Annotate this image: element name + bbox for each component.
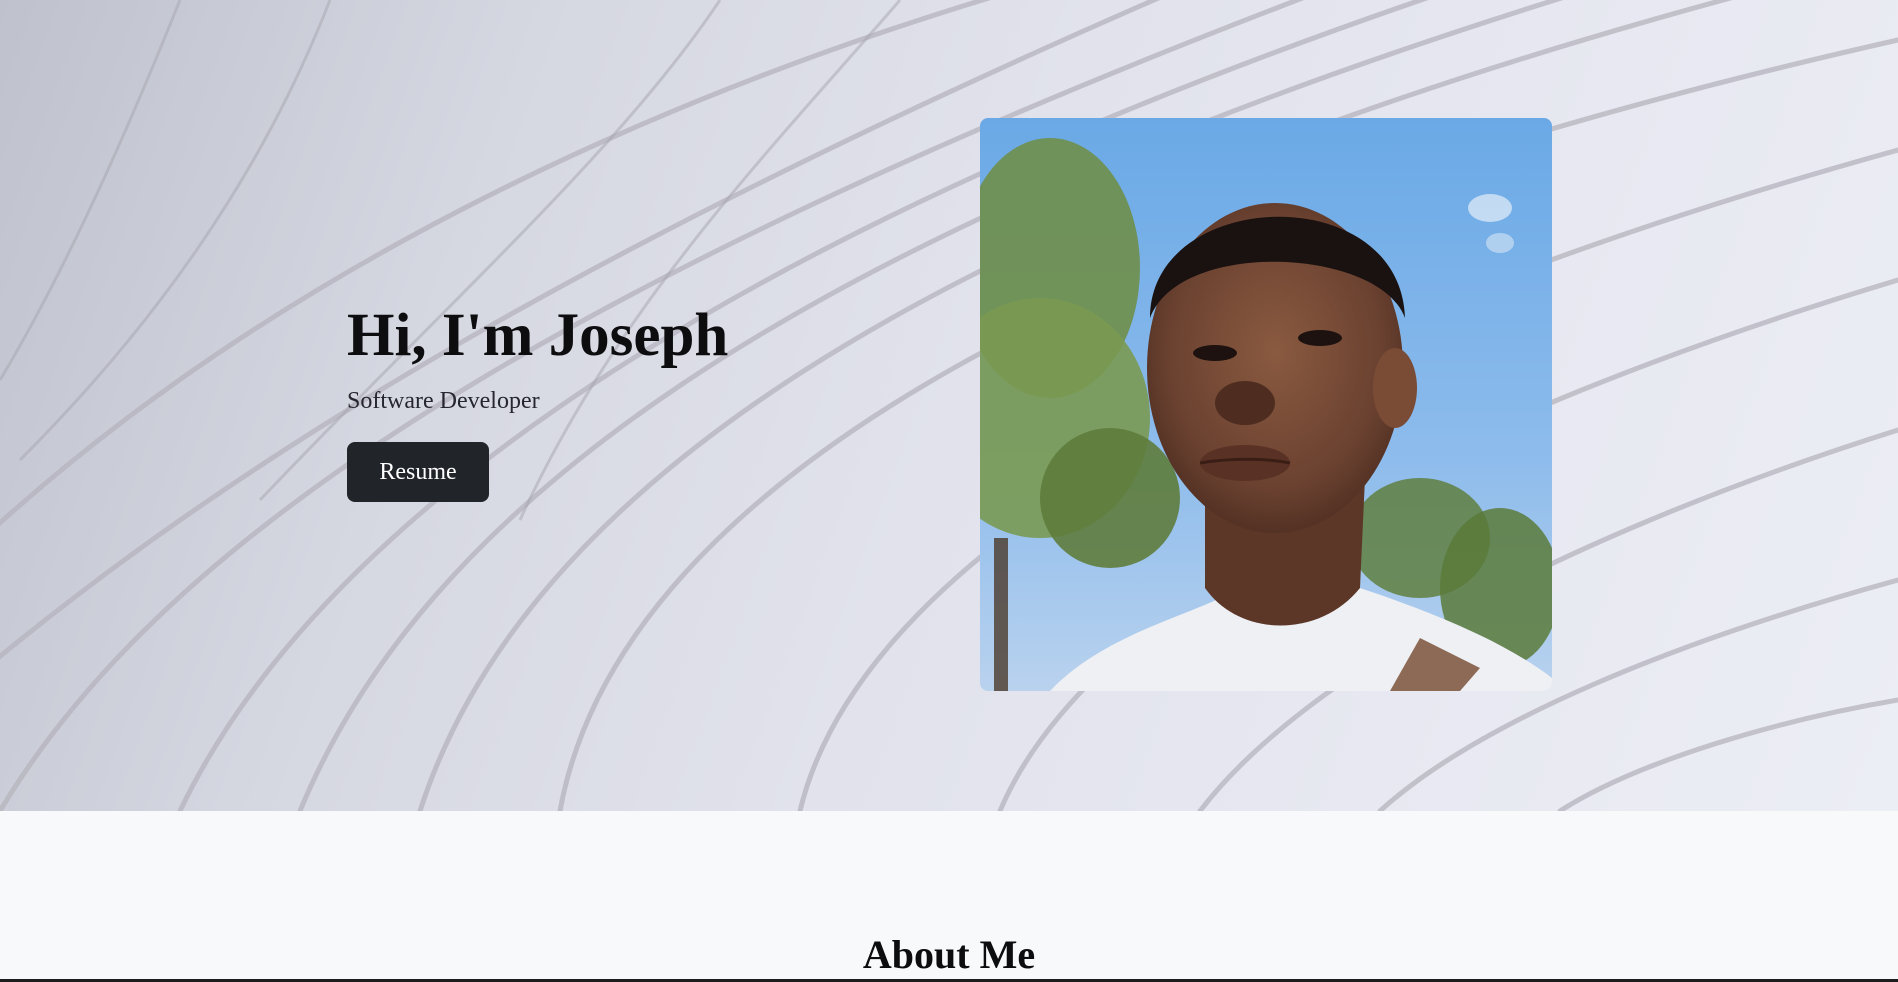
resume-button[interactable]: Resume	[347, 442, 489, 502]
profile-photo-image	[980, 118, 1552, 691]
hero-title: Hi, I'm Joseph	[347, 302, 729, 369]
about-title: About Me	[862, 932, 1036, 977]
hero-section: Hi, I'm Joseph Software Developer Resume	[0, 0, 1898, 811]
profile-photo	[980, 118, 1552, 691]
wave-lines-background	[0, 0, 1898, 811]
about-section: About Me	[0, 811, 1898, 979]
hero-text-block: Hi, I'm Joseph Software Developer Resume	[347, 300, 847, 502]
hero-subtitle: Software Developer	[347, 388, 540, 414]
